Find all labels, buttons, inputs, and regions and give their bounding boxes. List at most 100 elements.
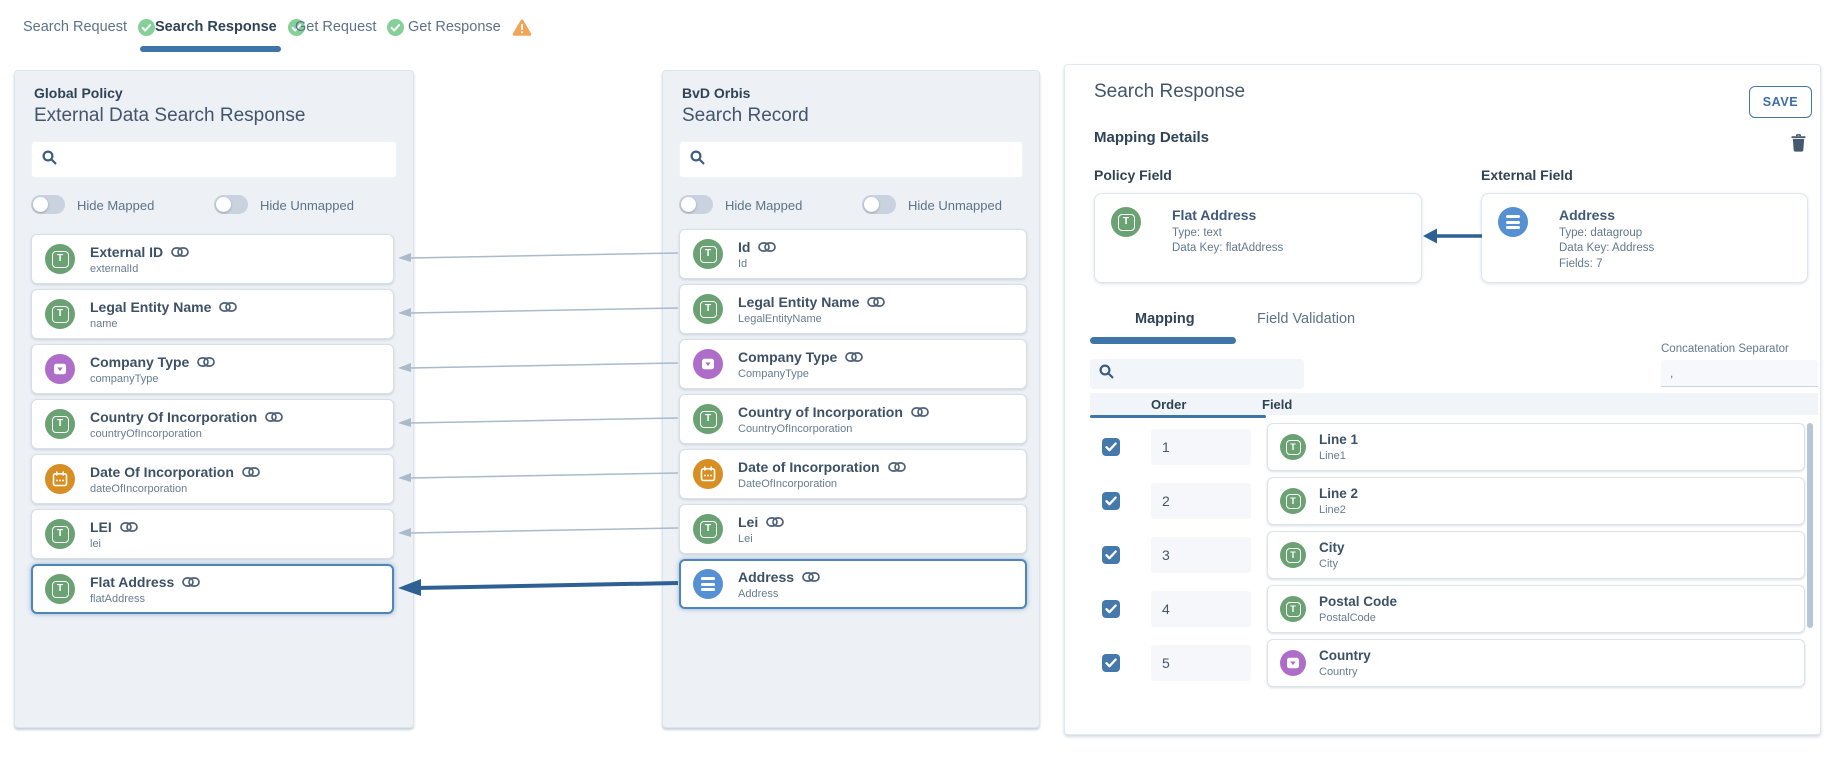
link-icon (265, 412, 283, 422)
field-key: Country (1319, 666, 1371, 678)
text-type-icon: T (1280, 596, 1306, 622)
text-type-icon: T (45, 244, 75, 274)
field-title: Legal Entity Name (90, 299, 211, 315)
external-field-name: Address (1559, 207, 1654, 223)
hide-mapped-toggle[interactable] (679, 195, 713, 214)
policy-field-data-key: Data Key: flatAddress (1172, 242, 1283, 254)
search-input[interactable] (1122, 366, 1295, 382)
table-header: Order Field (1090, 393, 1818, 415)
section-title: Mapping Details (1094, 129, 1209, 146)
field-item-date-of-incorporation[interactable]: Date of IncorporationDateOfIncorporation (679, 449, 1027, 499)
field-title: City (1319, 540, 1345, 555)
field-key: CompanyType (738, 368, 863, 380)
mapping-arrows (395, 225, 678, 605)
table-row: 2 TLine 2Line2 (1102, 477, 1805, 525)
panel-title: Search Record (682, 105, 809, 127)
field-key: companyType (90, 373, 215, 385)
check-icon (138, 19, 155, 36)
tab-get-response[interactable]: Get Response (408, 16, 532, 38)
hide-unmapped-toggle[interactable] (862, 195, 896, 214)
row-checkbox[interactable] (1102, 438, 1120, 456)
link-icon (171, 247, 189, 257)
field-item-external-id[interactable]: TExternal IDexternalId (31, 234, 394, 284)
text-type-icon: T (1280, 488, 1306, 514)
delete-mapping-button[interactable] (1791, 134, 1806, 152)
field-key: countryOfIncorporation (90, 428, 283, 440)
toggle-label: Hide Unmapped (260, 198, 354, 213)
field-item-date-of-incorporation[interactable]: Date Of IncorporationdateOfIncorporation (31, 454, 394, 504)
field-card-postal-code[interactable]: T Postal Code PostalCode (1267, 585, 1805, 633)
field-card-city[interactable]: TCityCity (1267, 531, 1805, 579)
tab-get-request[interactable]: Get Request (295, 16, 404, 38)
field-item-address[interactable]: AddressAddress (679, 559, 1027, 609)
tab-field-validation[interactable]: Field Validation (1257, 311, 1355, 327)
field-item-company-type[interactable]: Company TypecompanyType (31, 344, 394, 394)
tab-search-request[interactable]: Search Request (23, 16, 155, 38)
link-icon (219, 302, 237, 312)
hide-unmapped-toggle[interactable] (214, 195, 248, 214)
text-type-icon: T (693, 404, 723, 434)
field-card-line-1[interactable]: TLine 1Line1 (1267, 423, 1805, 471)
order-input[interactable]: 1 (1151, 429, 1251, 465)
field-title: Company Type (738, 349, 837, 365)
save-button[interactable]: SAVE (1749, 86, 1812, 118)
column-order: Order (1151, 397, 1186, 412)
field-title: Legal Entity Name (738, 294, 859, 310)
link-icon (758, 242, 776, 252)
tab-search-response[interactable]: Search Response (155, 16, 305, 38)
field-title: Country of Incorporation (738, 404, 903, 420)
order-input[interactable]: 4 (1151, 591, 1251, 627)
toggle-row: Hide Mapped Hide Unmapped (31, 195, 403, 215)
field-item-legal-entity-name[interactable]: TLegal Entity Namename (31, 289, 394, 339)
tab-label: Search Response (155, 19, 277, 35)
field-key: City (1319, 558, 1345, 570)
tab-mapping[interactable]: Mapping (1135, 311, 1195, 327)
search-input[interactable] (66, 151, 386, 168)
text-type-icon: T (693, 514, 723, 544)
hide-mapped-toggle[interactable] (31, 195, 65, 214)
field-title: Date of Incorporation (738, 459, 880, 475)
field-item-id[interactable]: TIdId (679, 229, 1027, 279)
row-checkbox[interactable] (1102, 600, 1120, 618)
row-checkbox[interactable] (1102, 492, 1120, 510)
field-item-flat-address[interactable]: TFlat AddressflatAddress (31, 564, 394, 614)
row-checkbox[interactable] (1102, 546, 1120, 564)
tab-label: Get Response (408, 19, 501, 35)
search-input[interactable] (714, 151, 1012, 168)
details-title: Search Response (1094, 81, 1245, 103)
field-item-lei[interactable]: TLEIlei (31, 509, 394, 559)
search-icon (690, 150, 705, 170)
field-card-line-2[interactable]: TLine 2Line2 (1267, 477, 1805, 525)
text-type-icon: T (45, 519, 75, 549)
field-title: Id (738, 239, 750, 255)
field-item-lei[interactable]: TLeiLei (679, 504, 1027, 554)
field-title: Flat Address (90, 574, 174, 590)
datagroup-type-icon (693, 569, 723, 599)
toggle-label: Hide Mapped (77, 198, 154, 213)
tab-label: Get Request (295, 19, 376, 35)
link-icon (802, 572, 820, 582)
field-item-country-of-incorporation[interactable]: TCountry Of IncorporationcountryOfIncorp… (31, 399, 394, 449)
order-input[interactable]: 3 (1151, 537, 1251, 573)
warning-icon (512, 19, 532, 36)
field-item-legal-entity-name[interactable]: TLegal Entity NameLegalEntityName (679, 284, 1027, 334)
search-icon (1099, 364, 1114, 384)
field-key: CountryOfIncorporation (738, 423, 929, 435)
link-icon (888, 462, 906, 472)
scrollbar-thumb[interactable] (1807, 423, 1813, 628)
field-item-company-type[interactable]: Company Type CompanyType (679, 339, 1027, 389)
field-title: Postal Code (1319, 594, 1397, 609)
field-key: PostalCode (1319, 612, 1397, 624)
text-type-icon: T (693, 239, 723, 269)
link-icon (120, 522, 138, 532)
row-checkbox[interactable] (1102, 654, 1120, 672)
field-card-country[interactable]: CountryCountry (1267, 639, 1805, 687)
field-item-country-of-incorporation[interactable]: T Country of Incorporation CountryOfIncorp… (679, 394, 1027, 444)
order-input[interactable]: 2 (1151, 483, 1251, 519)
external-field-data-key: Data Key: Address (1559, 242, 1654, 254)
tab-label: Search Request (23, 19, 127, 35)
concatenation-separator-label: Concatenation Separator (1661, 343, 1789, 355)
external-field-card: Address Type: datagroup Data Key: Addres… (1481, 193, 1808, 283)
order-input[interactable]: 5 (1151, 645, 1251, 681)
concatenation-separator-input[interactable] (1661, 360, 1818, 387)
